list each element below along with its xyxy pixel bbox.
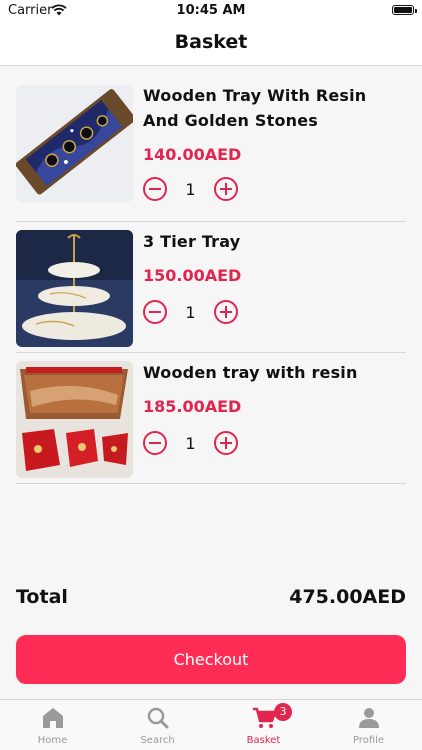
quantity-stepper: 1 bbox=[143, 175, 238, 203]
basket-item: Wooden Tray With Resin And Golden Stones… bbox=[16, 66, 406, 222]
product-image-wooden-tray-resin[interactable] bbox=[16, 361, 133, 478]
cart-icon bbox=[253, 707, 277, 728]
product-price: 140.00AED bbox=[143, 145, 242, 164]
product-price: 150.00AED bbox=[143, 266, 242, 285]
navigation-bar: Basket bbox=[0, 22, 422, 66]
decrease-quantity-button[interactable] bbox=[143, 300, 167, 324]
person-icon bbox=[359, 708, 379, 728]
decrease-quantity-button[interactable] bbox=[143, 177, 167, 201]
cart-badge: 3 bbox=[274, 703, 292, 721]
tab-label: Search bbox=[140, 735, 175, 746]
tab-home[interactable]: Home bbox=[0, 700, 105, 750]
total-value: 475.00AED bbox=[289, 586, 406, 608]
search-icon bbox=[147, 707, 169, 729]
tab-bar: Home Search 3 Basket Profile bbox=[0, 699, 422, 750]
basket-item: Wooden tray with resin 185.00AED 1 bbox=[16, 353, 406, 484]
tab-basket[interactable]: 3 Basket bbox=[211, 700, 316, 750]
tab-label: Basket bbox=[246, 735, 281, 746]
quantity-stepper: 1 bbox=[143, 298, 238, 326]
quantity-value: 1 bbox=[185, 433, 196, 453]
quantity-value: 1 bbox=[185, 179, 196, 199]
increase-quantity-button[interactable] bbox=[214, 177, 238, 201]
clock-time: 10:45 AM bbox=[176, 3, 246, 18]
battery-icon bbox=[392, 5, 417, 15]
tab-label: Profile bbox=[352, 735, 385, 746]
total-label: Total bbox=[16, 586, 68, 608]
quantity-value: 1 bbox=[185, 302, 196, 322]
product-name: Wooden Tray With Resin And Golden Stones bbox=[143, 86, 367, 130]
product-name: 3 Tier Tray bbox=[143, 232, 241, 251]
increase-quantity-button[interactable] bbox=[214, 300, 238, 324]
tab-label: Home bbox=[37, 735, 68, 746]
quantity-stepper: 1 bbox=[143, 429, 238, 457]
tab-profile[interactable]: Profile bbox=[316, 700, 421, 750]
status-bar: Carrier 10:45 AM bbox=[0, 0, 422, 22]
product-image-3-tier-tray[interactable] bbox=[16, 230, 133, 347]
checkout-button[interactable]: Checkout bbox=[16, 635, 406, 684]
basket-item: 3 Tier Tray 150.00AED 1 bbox=[16, 222, 406, 353]
increase-quantity-button[interactable] bbox=[214, 431, 238, 455]
product-image-wooden-tray-golden-stones[interactable] bbox=[16, 85, 133, 202]
tab-search[interactable]: Search bbox=[105, 700, 210, 750]
page-title: Basket bbox=[174, 31, 248, 53]
home-icon bbox=[43, 708, 63, 728]
decrease-quantity-button[interactable] bbox=[143, 431, 167, 455]
basket-list: Wooden Tray With Resin And Golden Stones… bbox=[16, 66, 406, 484]
total-row: Total 475.00AED bbox=[16, 586, 406, 612]
product-name: Wooden tray with resin bbox=[143, 363, 358, 382]
product-price: 185.00AED bbox=[143, 397, 242, 416]
